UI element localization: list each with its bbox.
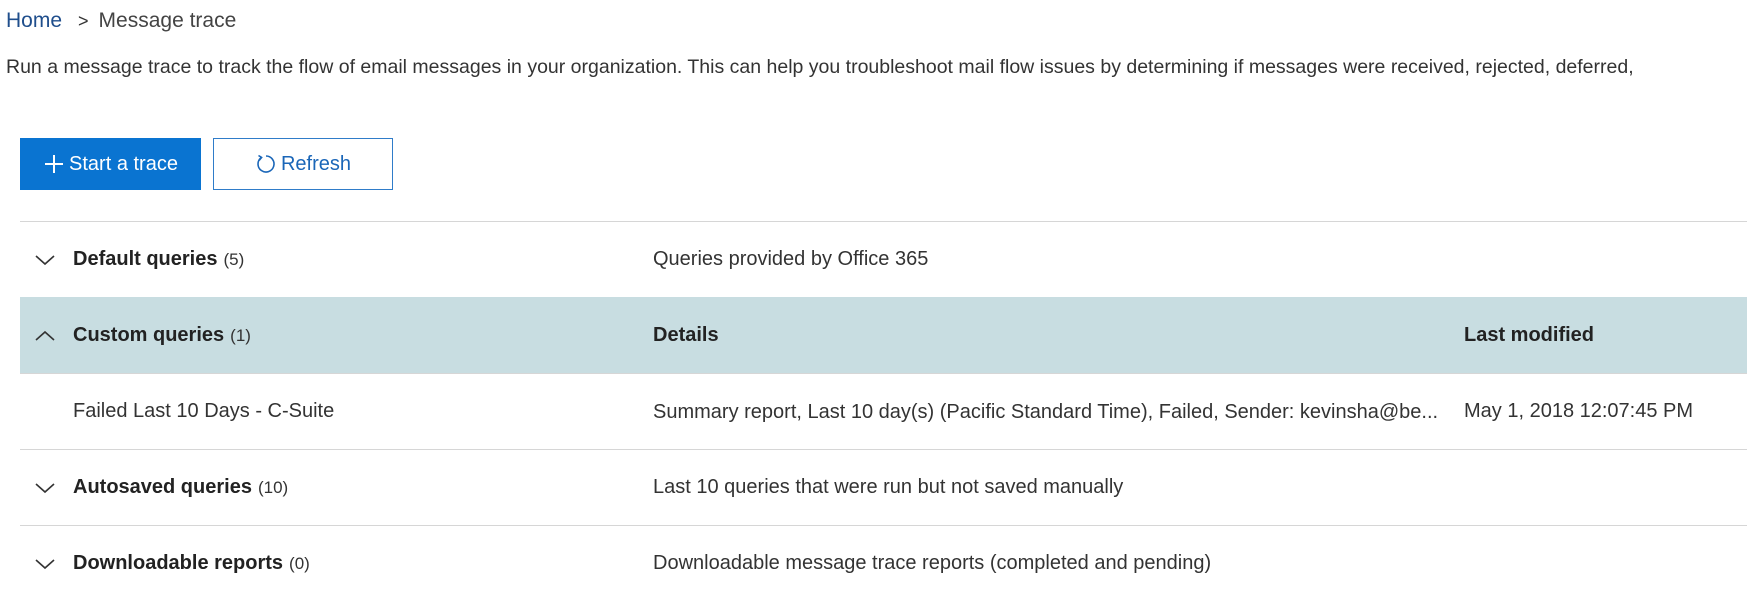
column-header-details[interactable]: Details <box>653 298 1468 373</box>
group-title: Default queries <box>73 248 218 270</box>
column-header-last-modified[interactable]: Last modified <box>1464 298 1747 373</box>
chevron-down-icon[interactable] <box>30 222 60 297</box>
page-description: Run a message trace to track the flow of… <box>6 56 1634 78</box>
chevron-down-icon[interactable] <box>30 526 60 601</box>
group-details: Queries provided by Office 365 <box>653 248 929 270</box>
group-row-custom-queries[interactable]: Custom queries (1) Details Last modified <box>20 297 1747 373</box>
group-row-default-queries[interactable]: Default queries (5) Queries provided by … <box>20 221 1747 297</box>
breadcrumb-separator: > <box>78 10 89 31</box>
breadcrumb: Home > Message trace <box>6 6 236 36</box>
group-title: Downloadable reports <box>73 552 284 574</box>
group-count: (5) <box>223 249 245 269</box>
refresh-label: Refresh <box>280 152 352 175</box>
query-details-cell: Summary report, Last 10 day(s) (Pacific … <box>653 374 1468 449</box>
queries-table: Default queries (5) Queries provided by … <box>20 221 1747 601</box>
group-title: Custom queries <box>73 324 225 346</box>
group-count: (1) <box>230 325 251 345</box>
plus-icon <box>43 153 65 175</box>
refresh-button[interactable]: Refresh <box>213 138 393 190</box>
query-last-modified: May 1, 2018 12:07:45 PM <box>1464 400 1694 422</box>
group-name: Custom queries (1) <box>73 298 633 373</box>
group-title: Autosaved queries <box>73 476 252 498</box>
breadcrumb-home-link[interactable]: Home <box>6 9 62 33</box>
group-name: Autosaved queries (10) <box>73 450 633 525</box>
refresh-icon <box>255 153 277 175</box>
group-details: Last 10 queries that were run but not sa… <box>653 476 1124 498</box>
group-details: Downloadable message trace reports (comp… <box>653 552 1212 574</box>
group-name: Default queries (5) <box>73 222 633 297</box>
query-name: Failed Last 10 Days - C-Suite <box>73 400 335 422</box>
query-details: Summary report, Last 10 day(s) (Pacific … <box>653 400 1439 423</box>
group-count: (10) <box>257 477 289 497</box>
group-row-autosaved-queries[interactable]: Autosaved queries (10) Last 10 queries t… <box>20 449 1747 525</box>
group-count: (0) <box>289 553 310 573</box>
group-name: Downloadable reports (0) <box>73 526 633 601</box>
chevron-up-icon[interactable] <box>30 298 60 373</box>
group-row-downloadable-reports[interactable]: Downloadable reports (0) Downloadable me… <box>20 525 1747 601</box>
toolbar: Start a trace Refresh <box>20 138 393 190</box>
breadcrumb-current: Message trace <box>98 9 237 32</box>
query-row[interactable]: Failed Last 10 Days - C-Suite Summary re… <box>20 373 1747 449</box>
chevron-down-icon[interactable] <box>30 450 60 525</box>
start-trace-label: Start a trace <box>69 152 178 175</box>
start-trace-button[interactable]: Start a trace <box>20 138 201 190</box>
